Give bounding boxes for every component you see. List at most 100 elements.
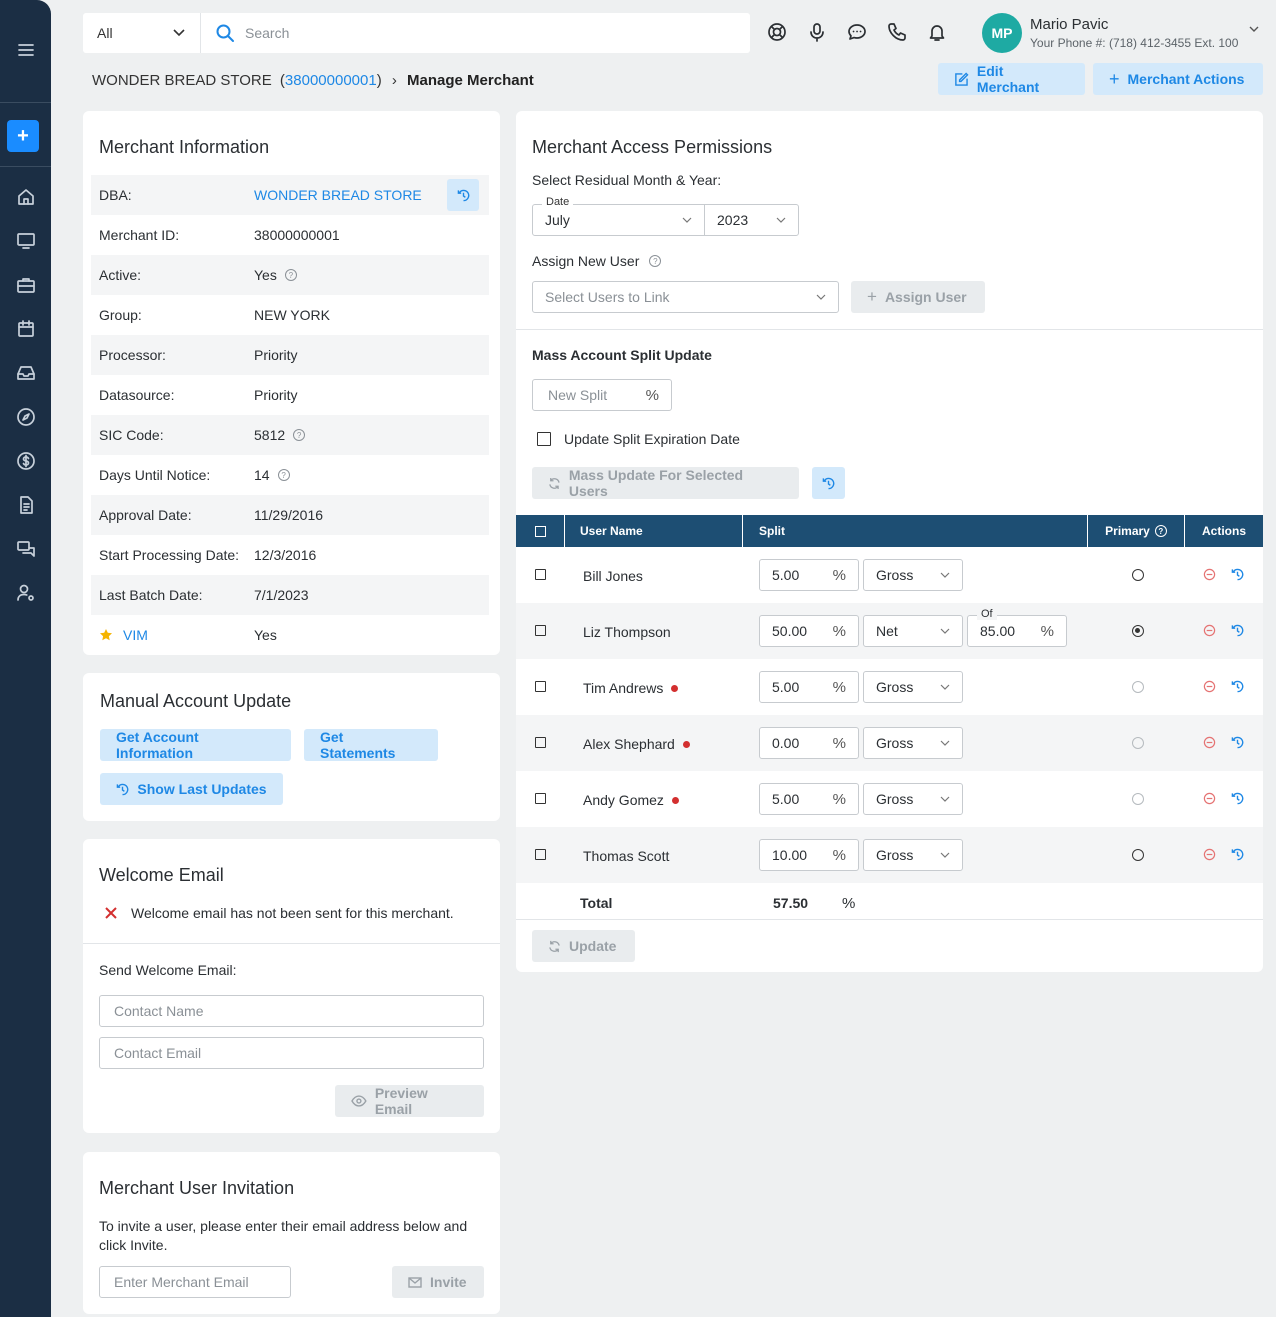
assign-new-user-label: Assign New User ? bbox=[532, 253, 662, 269]
chat-icon[interactable] bbox=[0, 534, 51, 564]
info-row: Group: NEW YORK bbox=[91, 295, 489, 335]
history-button[interactable] bbox=[812, 467, 845, 499]
search-scope-select[interactable]: All bbox=[83, 13, 201, 53]
add-button[interactable]: + bbox=[7, 120, 39, 152]
split-type-select[interactable]: Gross bbox=[863, 671, 963, 703]
monitor-icon[interactable] bbox=[0, 226, 51, 256]
primary-radio[interactable] bbox=[1132, 625, 1144, 637]
bell-icon[interactable] bbox=[927, 22, 947, 42]
info-value-wrap: Yes bbox=[254, 627, 277, 643]
chevron-down-icon[interactable] bbox=[1249, 25, 1259, 33]
invite-button[interactable]: Invite bbox=[392, 1266, 484, 1298]
split-type-select[interactable]: Gross bbox=[863, 839, 963, 871]
row-checkbox[interactable] bbox=[535, 625, 546, 636]
button-label: Get Account Information bbox=[116, 729, 199, 761]
dollar-icon[interactable] bbox=[0, 446, 51, 476]
select-all-checkbox[interactable] bbox=[534, 525, 546, 537]
user-name-cell: Liz Thompson bbox=[583, 624, 671, 640]
compass-icon[interactable] bbox=[0, 402, 51, 432]
column-header-primary[interactable]: Primary ? bbox=[1088, 515, 1184, 547]
split-input[interactable]: 50.00% bbox=[759, 615, 859, 647]
history-icon[interactable] bbox=[1231, 792, 1244, 805]
info-row: Approval Date: 11/29/2016 bbox=[91, 495, 489, 535]
split-type-select[interactable]: Gross bbox=[863, 727, 963, 759]
support-icon[interactable] bbox=[767, 22, 787, 42]
mass-update-button[interactable]: Mass Update For Selected Users bbox=[532, 467, 799, 499]
split-input[interactable]: 5.00% bbox=[759, 783, 859, 815]
avatar[interactable]: MP bbox=[982, 13, 1022, 53]
preview-email-button[interactable]: Preview Email bbox=[335, 1085, 484, 1117]
breadcrumb-merchant-id[interactable]: 38000000001 bbox=[285, 72, 377, 89]
split-input[interactable]: 0.00% bbox=[759, 727, 859, 759]
chevron-down-icon bbox=[682, 217, 692, 223]
expiration-checkbox[interactable] bbox=[537, 432, 551, 446]
row-checkbox[interactable] bbox=[535, 681, 546, 692]
month-select[interactable]: July bbox=[532, 204, 705, 236]
user-settings-icon[interactable] bbox=[0, 578, 51, 608]
history-icon[interactable] bbox=[1231, 624, 1244, 637]
history-icon[interactable] bbox=[1231, 680, 1244, 693]
history-icon[interactable] bbox=[1231, 736, 1244, 749]
select-users-dropdown[interactable]: Select Users to Link bbox=[532, 281, 839, 313]
show-last-updates-button[interactable]: Show Last Updates bbox=[100, 773, 283, 805]
home-icon[interactable] bbox=[0, 182, 51, 212]
calendar-icon[interactable] bbox=[0, 314, 51, 344]
split-type-select[interactable]: Net bbox=[863, 615, 963, 647]
row-checkbox[interactable] bbox=[535, 849, 546, 860]
contact-name-input[interactable]: Contact Name bbox=[99, 995, 484, 1027]
message-icon[interactable] bbox=[847, 22, 867, 42]
column-header-split[interactable]: Split bbox=[743, 515, 1087, 547]
primary-radio[interactable] bbox=[1132, 849, 1144, 861]
contact-email-input[interactable]: Contact Email bbox=[99, 1037, 484, 1069]
user-name[interactable]: Mario Pavic bbox=[1030, 16, 1108, 33]
history-icon[interactable] bbox=[1231, 848, 1244, 861]
history-icon[interactable] bbox=[1231, 568, 1244, 581]
new-split-input[interactable]: New Split % bbox=[532, 379, 672, 411]
search-input[interactable]: Search bbox=[201, 23, 289, 43]
update-button[interactable]: Update bbox=[532, 930, 635, 962]
merchant-actions-button[interactable]: + Merchant Actions bbox=[1093, 63, 1263, 95]
split-input[interactable]: 10.00% bbox=[759, 839, 859, 871]
split-type-select[interactable]: Gross bbox=[863, 559, 963, 591]
remove-icon[interactable] bbox=[1203, 624, 1216, 637]
get-account-information-button[interactable]: Get Account Information bbox=[100, 729, 291, 761]
help-icon[interactable]: ? bbox=[1154, 525, 1167, 537]
dba-history-button[interactable] bbox=[447, 179, 479, 211]
get-statements-button[interactable]: Get Statements bbox=[304, 729, 438, 761]
split-type-select[interactable]: Gross bbox=[863, 783, 963, 815]
primary-radio[interactable] bbox=[1132, 793, 1144, 805]
split-input[interactable]: 5.00% bbox=[759, 559, 859, 591]
document-icon[interactable] bbox=[0, 490, 51, 520]
vim-link[interactable]: VIM bbox=[123, 627, 148, 643]
row-checkbox[interactable] bbox=[535, 569, 546, 580]
inbox-icon[interactable] bbox=[0, 358, 51, 388]
help-icon[interactable]: ? bbox=[293, 429, 306, 441]
help-icon[interactable]: ? bbox=[284, 269, 297, 281]
column-header-user[interactable]: User Name bbox=[565, 515, 742, 547]
primary-radio[interactable] bbox=[1132, 569, 1144, 581]
briefcase-icon[interactable] bbox=[0, 270, 51, 300]
year-select[interactable]: 2023 bbox=[704, 204, 799, 236]
primary-radio[interactable] bbox=[1132, 681, 1144, 693]
primary-radio[interactable] bbox=[1132, 737, 1144, 749]
assign-user-button[interactable]: + Assign User bbox=[851, 281, 985, 313]
remove-icon[interactable] bbox=[1203, 568, 1216, 581]
remove-icon[interactable] bbox=[1203, 736, 1216, 749]
remove-icon[interactable] bbox=[1203, 848, 1216, 861]
split-input[interactable]: 5.00% bbox=[759, 671, 859, 703]
microphone-icon[interactable] bbox=[807, 22, 827, 42]
remove-icon[interactable] bbox=[1203, 680, 1216, 693]
merchant-email-input[interactable]: Enter Merchant Email bbox=[99, 1266, 291, 1298]
edit-merchant-button[interactable]: Edit Merchant bbox=[938, 63, 1085, 95]
breadcrumb-store[interactable]: WONDER BREAD STORE bbox=[92, 72, 272, 89]
edit-icon bbox=[955, 71, 969, 86]
remove-icon[interactable] bbox=[1203, 792, 1216, 805]
phone-icon[interactable] bbox=[887, 22, 907, 42]
info-value[interactable]: WONDER BREAD STORE bbox=[254, 187, 422, 203]
help-icon[interactable]: ? bbox=[649, 255, 662, 267]
row-checkbox[interactable] bbox=[535, 737, 546, 748]
chevron-down-icon bbox=[940, 684, 950, 690]
help-icon[interactable]: ? bbox=[277, 469, 290, 481]
row-checkbox[interactable] bbox=[535, 793, 546, 804]
menu-icon[interactable] bbox=[0, 35, 51, 65]
